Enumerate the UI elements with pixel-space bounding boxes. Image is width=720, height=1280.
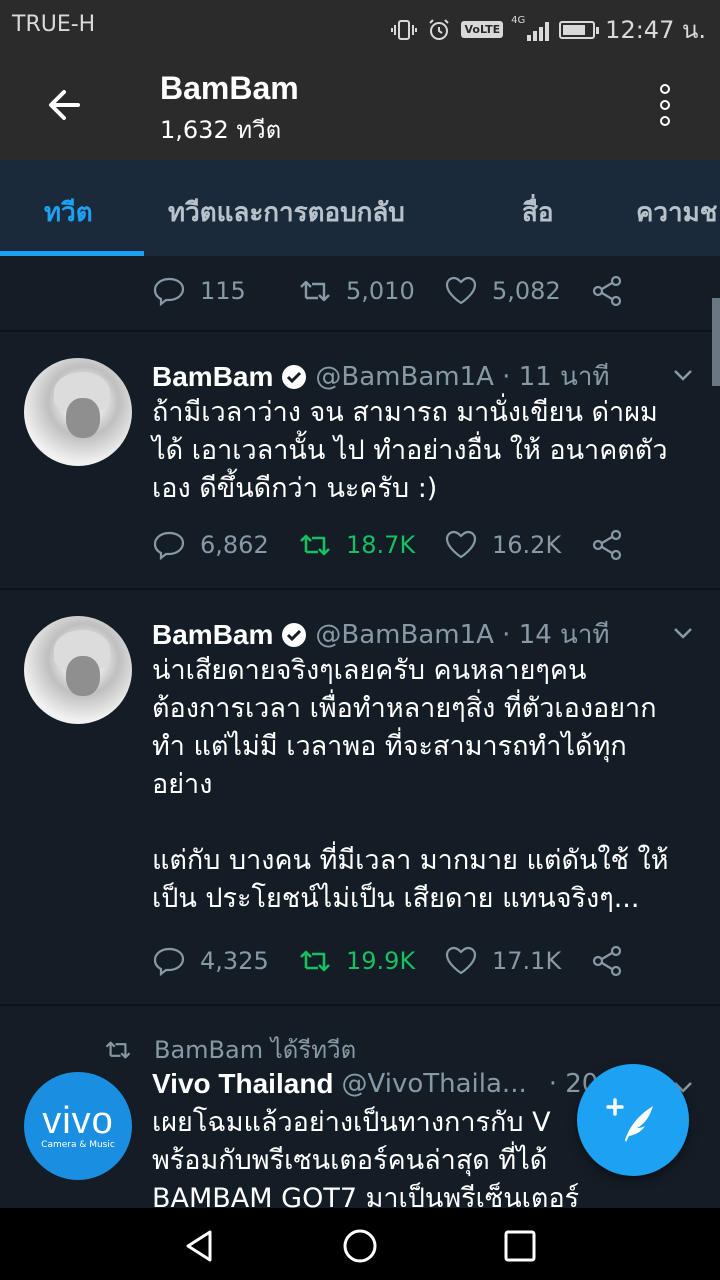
vivo-logo: vivo bbox=[42, 1100, 114, 1142]
reply-icon bbox=[153, 947, 185, 977]
retweet-icon bbox=[300, 950, 330, 972]
retweet-count: 18.7K bbox=[346, 531, 416, 559]
retweet-button[interactable]: 5,010 bbox=[298, 274, 444, 308]
scrollbar[interactable] bbox=[712, 298, 720, 386]
compose-feather-icon bbox=[606, 1098, 653, 1142]
home-circle-icon[interactable] bbox=[340, 1226, 380, 1266]
retweet-icon bbox=[300, 534, 330, 556]
heart-icon bbox=[445, 530, 477, 559]
retweet-icon bbox=[105, 1041, 131, 1058]
profile-tabs: ทวีต ทวีตและการตอบกลับ สื่อ ความช bbox=[0, 160, 720, 256]
carrier-label: TRUE-H bbox=[12, 12, 96, 37]
compose-tweet-button[interactable] bbox=[577, 1064, 689, 1176]
back-triangle-icon[interactable] bbox=[180, 1226, 220, 1266]
reply-icon bbox=[153, 277, 185, 307]
tweet-actions: 115 5,010 5,082 bbox=[152, 274, 624, 308]
retweet-count: 19.9K bbox=[346, 947, 416, 975]
retweet-button[interactable]: 18.7K bbox=[298, 528, 444, 562]
retweet-icon bbox=[300, 280, 330, 302]
tab-tweets-replies[interactable]: ทวีตและการตอบกลับ bbox=[168, 192, 405, 233]
tweet-actions: 6,862 18.7K 16.2K bbox=[152, 528, 624, 562]
like-count: 5,082 bbox=[492, 277, 561, 305]
like-button[interactable]: 16.2K bbox=[444, 528, 590, 562]
avatar[interactable] bbox=[24, 616, 132, 724]
signal-icon: 4G bbox=[511, 15, 550, 41]
tab-likes[interactable]: ความช bbox=[636, 192, 717, 233]
author-handle: @BamBam1A · 14 นาที bbox=[315, 620, 610, 650]
verified-badge-icon bbox=[282, 364, 307, 389]
tweet-header: BamBam @BamBam1A · 14 นาที bbox=[152, 614, 610, 655]
reply-count: 115 bbox=[200, 277, 246, 305]
vibrate-icon bbox=[391, 19, 418, 40]
share-icon[interactable] bbox=[590, 944, 624, 978]
share-icon[interactable] bbox=[590, 274, 624, 308]
tweet-count: 1,632 ทวีต bbox=[160, 116, 282, 144]
reply-button[interactable]: 4,325 bbox=[152, 944, 298, 978]
tweet-header: BamBam @BamBam1A · 11 นาที bbox=[152, 356, 610, 397]
back-arrow-icon[interactable] bbox=[40, 80, 90, 130]
like-count: 16.2K bbox=[492, 531, 562, 559]
tweet-header: Vivo Thailand @VivoThaila... · 20 bbox=[152, 1068, 598, 1100]
system-nav-bar bbox=[0, 1208, 720, 1280]
chevron-down-icon[interactable] bbox=[670, 362, 696, 388]
tweet-text: ถ้ามีเวลาว่าง จน สามารถ มานั่งเขียน ด่าผ… bbox=[152, 397, 668, 504]
retweeted-by: BamBam ได้รีทวีต bbox=[104, 1030, 356, 1069]
like-button[interactable]: 17.1K bbox=[444, 944, 590, 978]
tweet-item[interactable]: BamBam @BamBam1A · 14 นาที น่าเสียดายจริ… bbox=[0, 590, 720, 1004]
reply-button[interactable]: 115 bbox=[152, 274, 298, 308]
tab-tweets[interactable]: ทวีต bbox=[44, 192, 93, 233]
author-handle: @VivoThaila... bbox=[341, 1069, 527, 1099]
battery-icon bbox=[559, 20, 600, 39]
heart-icon bbox=[445, 946, 477, 975]
battery-level bbox=[563, 24, 585, 35]
status-icons: VoLTE 4G 12:47 น. bbox=[391, 10, 706, 49]
author-name[interactable]: BamBam bbox=[152, 619, 273, 651]
author-name[interactable]: BamBam bbox=[152, 361, 273, 393]
tweet-feed[interactable]: 115 5,010 5,082 BamBam @BamBam1A · 11 นา… bbox=[0, 256, 720, 1208]
author-handle: @BamBam1A · 11 นาที bbox=[315, 362, 610, 392]
page-title: BamBam bbox=[160, 70, 299, 106]
like-count: 17.1K bbox=[492, 947, 562, 975]
author-name[interactable]: Vivo Thailand bbox=[152, 1068, 334, 1100]
app-bar: BamBam 1,632 ทวีต bbox=[0, 50, 720, 160]
more-options-icon[interactable] bbox=[650, 80, 680, 130]
reply-count: 4,325 bbox=[200, 947, 269, 975]
avatar[interactable]: vivo Camera & Music bbox=[24, 1072, 132, 1180]
vivo-tagline: Camera & Music bbox=[41, 1140, 115, 1150]
tweet-text: น่าเสียดายจริงๆเลยครับ คนหลายๆคน ต้องการ… bbox=[152, 655, 669, 914]
network-type-label: 4G bbox=[511, 14, 526, 26]
retweet-count: 5,010 bbox=[346, 277, 415, 305]
reply-icon bbox=[153, 531, 185, 561]
retweet-button[interactable]: 19.9K bbox=[298, 944, 444, 978]
tweet-item[interactable]: BamBam @BamBam1A · 11 นาที ถ้ามีเวลาว่าง… bbox=[0, 332, 720, 588]
reply-button[interactable]: 6,862 bbox=[152, 528, 298, 562]
share-icon[interactable] bbox=[590, 528, 624, 562]
reply-count: 6,862 bbox=[200, 531, 269, 559]
avatar[interactable] bbox=[24, 358, 132, 466]
tweet-actions: 4,325 19.9K 17.1K bbox=[152, 944, 624, 978]
status-bar: TRUE-H VoLTE 4G 12:47 น. bbox=[0, 0, 720, 50]
chevron-down-icon[interactable] bbox=[670, 620, 696, 646]
retweeted-by-label: BamBam ได้รีทวีต bbox=[154, 1036, 357, 1064]
recents-square-icon[interactable] bbox=[500, 1226, 540, 1266]
verified-badge-icon bbox=[282, 622, 307, 647]
clock: 12:47 น. bbox=[605, 16, 706, 44]
like-button[interactable]: 5,082 bbox=[444, 274, 590, 308]
heart-icon bbox=[445, 276, 477, 305]
volte-badge: VoLTE bbox=[461, 21, 504, 38]
alarm-icon bbox=[429, 18, 450, 40]
tab-media[interactable]: สื่อ bbox=[522, 192, 553, 233]
